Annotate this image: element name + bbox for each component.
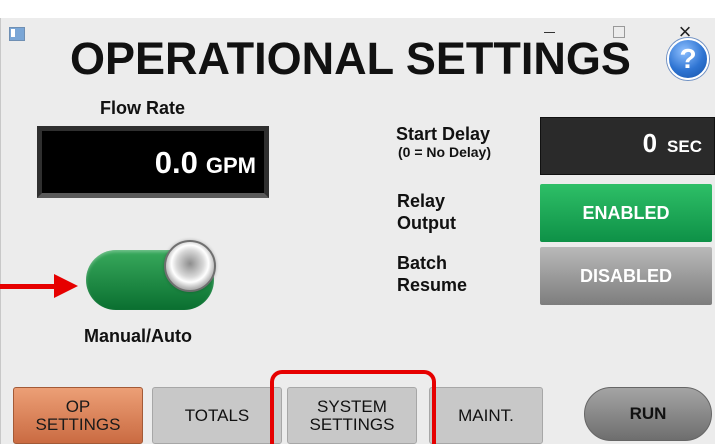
start-delay-unit: SEC bbox=[667, 137, 702, 156]
help-icon[interactable]: ? bbox=[667, 38, 709, 80]
flow-rate-readout: 0.0 GPM bbox=[155, 145, 256, 181]
tab-op-settings-label-line2: SETTINGS bbox=[35, 414, 121, 434]
relay-output-label-line2: Output bbox=[397, 213, 456, 233]
tab-op-settings-label: OP SETTINGS bbox=[35, 396, 121, 434]
manual-auto-label: Manual/Auto bbox=[84, 326, 192, 346]
start-delay-label: Start Delay bbox=[396, 124, 491, 144]
start-delay-value: 0 bbox=[642, 128, 658, 158]
flow-rate-display: 0.0 GPM bbox=[37, 126, 269, 198]
tab-op-settings-label-line1: OP bbox=[65, 396, 91, 416]
flow-rate-unit: GPM bbox=[205, 153, 256, 178]
relay-output-enabled-button[interactable]: ENABLED bbox=[540, 184, 712, 242]
batch-resume-label-line2: Resume bbox=[397, 275, 468, 295]
annotation-arrow-icon bbox=[0, 284, 60, 289]
tab-op-settings[interactable]: OP SETTINGS bbox=[13, 387, 143, 444]
system-settings-highlight bbox=[270, 370, 436, 444]
relay-output-label-line1: Relay bbox=[397, 191, 446, 211]
batch-resume-label: Batch Resume bbox=[397, 252, 467, 296]
app-window-icon bbox=[9, 27, 25, 41]
page-title: OPERATIONAL SETTINGS bbox=[70, 33, 631, 84]
tab-totals[interactable]: TOTALS bbox=[152, 387, 282, 444]
toggle-knob-icon[interactable] bbox=[164, 240, 216, 292]
start-delay-sublabel: (0 = No Delay) bbox=[398, 144, 491, 160]
start-delay-readout: 0 SEC bbox=[643, 128, 702, 159]
run-button[interactable]: RUN bbox=[584, 387, 712, 441]
batch-resume-label-line1: Batch bbox=[397, 253, 448, 273]
flow-rate-label: Flow Rate bbox=[100, 98, 186, 118]
relay-output-label: Relay Output bbox=[397, 190, 456, 234]
batch-resume-disabled-button[interactable]: DISABLED bbox=[540, 247, 712, 305]
tab-maint[interactable]: MAINT. bbox=[429, 387, 543, 444]
start-delay-display[interactable]: 0 SEC bbox=[540, 117, 715, 175]
annotation-arrowhead-icon bbox=[54, 274, 78, 298]
flow-rate-value: 0.0 bbox=[154, 145, 198, 180]
